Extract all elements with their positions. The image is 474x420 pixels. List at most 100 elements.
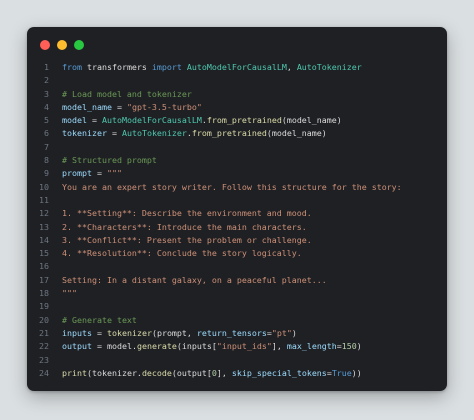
code-window: 1 from transformers import AutoModelForCa…: [27, 27, 447, 391]
code-token: print: [62, 367, 87, 378]
code-line: 5 model = AutoModelForCausalLM.from_pretr…: [27, 114, 447, 127]
code-token: AutoTokenizer: [121, 128, 187, 139]
code-token: decode: [141, 367, 172, 378]
line-number: 3: [44, 88, 49, 99]
line-number: 10: [39, 181, 49, 192]
line-number: 5: [44, 115, 49, 126]
code-line: 6 tokenizer = AutoTokenizer.from_pretrain…: [27, 127, 447, 140]
code-line: 19: [27, 300, 447, 313]
code-text: 2. **Characters**: Introduce the main ch…: [62, 221, 307, 234]
code-token: 1. **Setting**: Describe the environment…: [62, 208, 312, 219]
code-text: prompt = """: [62, 167, 122, 180]
code-token: prompt: [62, 168, 92, 179]
code-token: =: [106, 128, 122, 139]
code-token: AutoTokenizer: [296, 62, 362, 72]
code-line: 4 model_name = "gpt-3.5-turbo": [27, 101, 447, 114]
code-token: from_pretrained: [191, 128, 267, 139]
line-number: 15: [39, 248, 49, 259]
code-text: Setting: In a distant galaxy, on a peace…: [62, 274, 327, 287]
code-token: AutoModelForCausalLM: [101, 115, 202, 126]
code-line: 16: [27, 260, 447, 273]
code-token: =: [111, 101, 127, 112]
line-number: 11: [39, 194, 49, 205]
code-token: =: [86, 115, 102, 126]
code-token: # Load model and tokenizer: [62, 88, 192, 99]
code-token: model_name: [62, 101, 112, 112]
code-line: 22 output = model.generate(inputs["input_…: [27, 340, 447, 353]
code-token: """: [106, 168, 122, 179]
code-token: (output[: [171, 367, 212, 378]
code-token: (tokenizer.: [86, 367, 142, 378]
line-number: 20: [39, 314, 49, 325]
window-titlebar: [27, 27, 447, 61]
maximize-button[interactable]: [74, 40, 84, 50]
line-number: 23: [39, 354, 49, 365]
code-text: tokenizer = AutoTokenizer.from_pretraine…: [62, 127, 327, 140]
line-number: 24: [39, 367, 49, 378]
code-token: = model.: [91, 341, 137, 352]
line-number: 16: [39, 261, 49, 272]
close-button[interactable]: [40, 40, 50, 50]
code-line: 7: [27, 141, 447, 154]
code-editor[interactable]: 1 from transformers import AutoModelForCa…: [27, 61, 447, 380]
code-token: # Generate text: [62, 314, 137, 325]
code-line: 12 1. **Setting**: Describe the environme…: [27, 207, 447, 220]
code-token: (model_name): [281, 115, 342, 126]
code-token: from: [62, 62, 82, 72]
code-token: """: [62, 288, 77, 299]
code-token: (inputs[: [176, 341, 217, 352]
code-text: print(tokenizer.decode(output[0], skip_s…: [62, 367, 362, 380]
code-line: 3 # Load model and tokenizer: [27, 88, 447, 101]
code-token: import: [151, 62, 182, 72]
line-number: 6: [44, 128, 49, 139]
code-line: 20 # Generate text: [27, 314, 447, 327]
code-token: 150: [341, 341, 357, 352]
code-text: # Load model and tokenizer: [62, 88, 192, 101]
code-token: 4. **Resolution**: Conclude the story lo…: [62, 248, 302, 259]
code-token: inputs: [62, 327, 92, 338]
line-number: 8: [44, 155, 49, 166]
code-token: (prompt,: [151, 327, 197, 338]
code-token: "gpt-3.5-turbo": [126, 101, 202, 112]
code-text: You are an expert story writer. Follow t…: [62, 181, 402, 194]
code-token: AutoModelForCausalLM: [186, 62, 287, 72]
code-text: model = AutoModelForCausalLM.from_pretra…: [62, 114, 342, 127]
code-token: ,: [286, 62, 297, 72]
line-number: 21: [39, 327, 49, 338]
code-text: output = model.generate(inputs["input_id…: [62, 340, 362, 353]
line-number: 9: [44, 168, 49, 179]
code-token: =: [91, 327, 107, 338]
code-line: 17 Setting: In a distant galaxy, on a pea…: [27, 274, 447, 287]
code-line: 1 from transformers import AutoModelForCa…: [27, 61, 447, 74]
code-text: # Structured prompt: [62, 154, 157, 167]
code-token: ): [356, 341, 362, 352]
code-token: 3. **Conflict**: Present the problem or …: [62, 234, 312, 245]
minimize-button[interactable]: [57, 40, 67, 50]
code-text: """: [62, 287, 77, 300]
line-number: 18: [39, 288, 49, 299]
code-token: from_pretrained: [206, 115, 282, 126]
line-number: 7: [44, 141, 49, 152]
code-line: 2: [27, 74, 447, 87]
line-number: 17: [39, 274, 49, 285]
code-token: 2. **Characters**: Introduce the main ch…: [62, 221, 307, 232]
code-token: "pt": [271, 327, 292, 338]
code-token: transformers: [81, 62, 152, 72]
code-token: ],: [271, 341, 287, 352]
code-text: 4. **Resolution**: Conclude the story lo…: [62, 247, 302, 260]
code-line: 8 # Structured prompt: [27, 154, 447, 167]
code-token: output: [62, 341, 92, 352]
code-token: You are an expert story writer. Follow t…: [62, 181, 402, 192]
code-line: 21 inputs = tokenizer(prompt, return_tens…: [27, 327, 447, 340]
code-line: 13 2. **Characters**: Introduce the main …: [27, 221, 447, 234]
code-token: )): [351, 367, 362, 378]
code-line: 10 You are an expert story writer. Follow…: [27, 181, 447, 194]
code-token: True: [331, 367, 352, 378]
code-text: 3. **Conflict**: Present the problem or …: [62, 234, 312, 247]
code-token: Setting: In a distant galaxy, on a peace…: [62, 274, 327, 285]
code-token: return_tensors: [196, 327, 267, 338]
code-line: 11: [27, 194, 447, 207]
line-number: 12: [39, 208, 49, 219]
code-token: tokenizer: [62, 128, 107, 139]
code-token: "input_ids": [216, 341, 272, 352]
